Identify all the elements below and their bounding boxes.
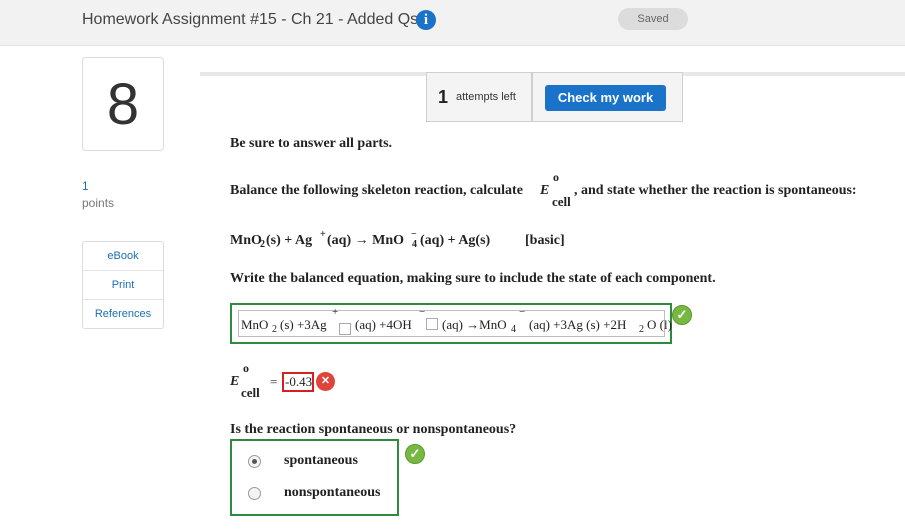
question-number: 8 [106, 72, 140, 137]
eq-mno4-charge: − [519, 306, 526, 318]
ebook-link[interactable]: eBook [83, 242, 163, 271]
skeleton-mno4-charge: − [411, 229, 417, 240]
balance-prompt-start: Balance the following skeleton reaction,… [230, 183, 523, 198]
spontaneous-radio[interactable] [248, 455, 261, 468]
eq-oh-charge: − [419, 306, 426, 318]
skeleton-products: (aq) + Ag(s) [420, 233, 491, 248]
points-value: 1 [82, 179, 89, 193]
ecell-equals: = [270, 374, 278, 389]
spontaneity-options-frame: spontaneous nonspontaneous [230, 439, 399, 516]
check-my-work-button[interactable]: Check my work [545, 85, 666, 111]
info-icon[interactable]: i [416, 10, 436, 30]
instructions-text: Be sure to answer all parts. [230, 136, 393, 151]
ecell-answer-sup: o [243, 361, 249, 375]
eq-mno2: MnO [241, 317, 269, 332]
skeleton-mno4-sub: 4 [412, 239, 417, 250]
ecell-subscript: cell [552, 194, 571, 209]
eq-products: (aq) +3Ag (s) +2H [529, 317, 627, 332]
skeleton-mno2-sub: 2 [260, 239, 265, 250]
top-bar: Homework Assignment #15 - Ch 21 - Added … [0, 0, 905, 46]
attempts-box: 1 attempts left [426, 72, 532, 122]
eq-ag-charge: + [332, 306, 339, 318]
skeleton-mno4: (aq) → MnO [327, 233, 404, 248]
skeleton-ag: (s) + Ag [266, 233, 313, 248]
attempts-count: 1 [438, 87, 449, 107]
eq-oh: (aq) +4OH [355, 317, 412, 332]
oh-charge-slot[interactable] [426, 318, 438, 330]
eq-mno4-sub: 4 [511, 324, 516, 335]
spontaneity-correct-icon: ✓ [405, 444, 425, 464]
ecell-symbol: E [540, 183, 550, 198]
balance-prompt-end: , and state whether the reaction is spon… [574, 183, 857, 198]
references-link[interactable]: References [83, 300, 163, 329]
ag-charge-slot[interactable] [339, 323, 351, 335]
ecell-standard-sup: o [553, 170, 559, 184]
spontaneous-question: Is the reaction spontaneous or nonsponta… [230, 422, 517, 437]
nonspontaneous-radio[interactable] [248, 487, 261, 500]
saved-status-badge: Saved [618, 8, 688, 30]
ecell-incorrect-icon: ✕ [316, 372, 335, 391]
balanced-equation-frame: MnO 2 (s) +3Ag + (aq) +4OH − (aq) →MnO 4… [230, 303, 672, 344]
equation-correct-icon: ✓ [672, 305, 692, 325]
eq-mno2-sub: 2 [272, 324, 277, 335]
eq-h2o-sub: 2 [639, 324, 644, 335]
print-link[interactable]: Print [83, 271, 163, 300]
spontaneous-label[interactable]: spontaneous [284, 453, 358, 469]
eq-ag: (s) +3Ag [280, 317, 327, 332]
ecell-answer-sub: cell [241, 385, 260, 400]
eq-h2o: O (l) [647, 317, 672, 332]
ecell-answer-symbol: E [230, 374, 240, 389]
eq-mno4: (aq) →MnO [442, 317, 507, 332]
skeleton-condition: [basic] [525, 233, 565, 248]
points-label: points [82, 196, 115, 210]
skeleton-mno2: MnO [230, 233, 262, 248]
balanced-equation-field[interactable]: MnO 2 (s) +3Ag + (aq) +4OH − (aq) →MnO 4… [238, 306, 672, 337]
nonspontaneous-label[interactable]: nonspontaneous [284, 485, 381, 501]
question-number-box: 8 [82, 57, 164, 151]
assignment-title: Homework Assignment #15 - Ch 21 - Added … [82, 11, 419, 28]
attempts-label: attempts left [456, 91, 516, 103]
resource-links: eBook Print References [82, 241, 164, 329]
write-equation-prompt: Write the balanced equation, making sure… [230, 271, 716, 286]
check-work-box: Check my work [532, 72, 683, 122]
ecell-value-input[interactable]: -0.43 [282, 372, 314, 392]
skeleton-ag-charge: + [320, 229, 326, 240]
